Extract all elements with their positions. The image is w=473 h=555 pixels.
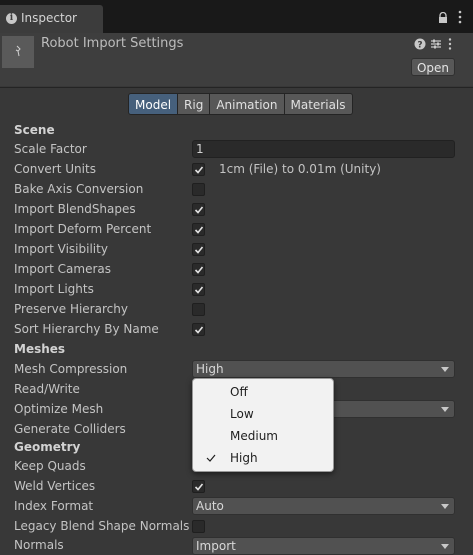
convert-units-checkbox[interactable] — [192, 163, 205, 176]
dropdown-arrow-icon — [441, 367, 449, 372]
import-cameras-label: Import Cameras — [14, 262, 111, 276]
import-lights-label: Import Lights — [14, 282, 94, 296]
import-blendshapes-checkbox[interactable] — [192, 203, 205, 216]
legacy-blend-checkbox[interactable] — [192, 520, 205, 533]
checkmark-icon — [194, 326, 204, 334]
read-write-label: Read/Write — [14, 382, 80, 396]
popup-option-off[interactable]: Off — [193, 381, 333, 403]
section-meshes: Meshes — [14, 342, 66, 356]
checkmark-icon — [194, 246, 204, 254]
scale-factor-input[interactable]: 1 — [192, 140, 455, 158]
svg-text:?: ? — [417, 41, 422, 51]
section-geometry: Geometry — [14, 440, 81, 454]
dropdown-arrow-icon — [441, 504, 449, 509]
index-format-value: Auto — [196, 499, 224, 513]
index-format-label: Index Format — [14, 499, 94, 513]
option-label: High — [230, 451, 258, 465]
section-scene: Scene — [14, 123, 55, 137]
option-label: Off — [230, 385, 248, 399]
sort-hierarchy-checkbox[interactable] — [192, 323, 205, 336]
tab-animation[interactable]: Animation — [210, 93, 285, 115]
tab-model[interactable]: Model — [128, 93, 179, 115]
normals-value: Import — [196, 539, 236, 553]
mesh-compression-label: Mesh Compression — [14, 362, 128, 376]
legacy-blend-label: Legacy Blend Shape Normals — [14, 519, 190, 533]
popup-option-low[interactable]: Low — [193, 403, 333, 425]
convert-units-note: 1cm (File) to 0.01m (Unity) — [219, 162, 381, 176]
checkmark-icon — [194, 226, 204, 234]
normals-dropdown[interactable]: Import — [192, 537, 455, 555]
asset-thumbnail — [2, 36, 34, 68]
importer-tabs: Model Rig Animation Materials — [128, 93, 353, 115]
dropdown-arrow-icon — [441, 407, 449, 412]
checkmark-icon — [194, 286, 204, 294]
import-lights-checkbox[interactable] — [192, 283, 205, 296]
import-deform-percent-label: Import Deform Percent — [14, 222, 152, 236]
inspector-tab[interactable]: i Inspector — [0, 5, 103, 33]
help-icon[interactable]: ? — [414, 38, 426, 50]
import-visibility-label: Import Visibility — [14, 242, 108, 256]
scale-factor-label: Scale Factor — [14, 142, 87, 156]
context-menu-icon[interactable] — [447, 38, 453, 50]
weld-vertices-checkbox[interactable] — [192, 480, 205, 493]
preserve-hierarchy-label: Preserve Hierarchy — [14, 302, 128, 316]
window-menu-icon[interactable] — [457, 10, 463, 24]
optimize-mesh-label: Optimize Mesh — [14, 402, 104, 416]
checkmark-icon — [194, 266, 204, 274]
weld-vertices-label: Weld Vertices — [14, 479, 96, 493]
normals-label: Normals — [14, 538, 64, 552]
popup-option-medium[interactable]: Medium — [193, 425, 333, 447]
index-format-dropdown[interactable]: Auto — [192, 497, 455, 515]
tab-materials[interactable]: Materials — [284, 93, 353, 115]
bake-axis-label: Bake Axis Conversion — [14, 182, 144, 196]
preserve-hierarchy-checkbox[interactable] — [192, 303, 205, 316]
checkmark-icon — [194, 483, 204, 491]
import-cameras-checkbox[interactable] — [192, 263, 205, 276]
popup-option-high[interactable]: High — [193, 447, 333, 469]
header-divider — [0, 87, 473, 88]
bake-axis-checkbox[interactable] — [192, 183, 205, 196]
mesh-compression-dropdown[interactable]: High — [192, 360, 455, 378]
generate-colliders-label: Generate Colliders — [14, 422, 126, 436]
import-deform-percent-checkbox[interactable] — [192, 223, 205, 236]
model-icon — [15, 45, 21, 57]
lock-icon[interactable] — [437, 12, 449, 24]
mesh-compression-value: High — [196, 362, 224, 376]
info-icon: i — [6, 13, 17, 24]
preset-icon[interactable] — [430, 38, 442, 50]
option-label: Medium — [230, 429, 278, 443]
option-label: Low — [230, 407, 254, 421]
convert-units-label: Convert Units — [14, 162, 96, 176]
inspector-tab-label: Inspector — [21, 11, 77, 25]
checkmark-icon — [194, 206, 204, 214]
checkmark-icon — [194, 166, 204, 174]
open-button[interactable]: Open — [411, 58, 455, 76]
import-visibility-checkbox[interactable] — [192, 243, 205, 256]
tab-rig[interactable]: Rig — [178, 93, 211, 115]
selected-check-icon — [206, 454, 216, 462]
sort-hierarchy-label: Sort Hierarchy By Name — [14, 322, 159, 336]
keep-quads-label: Keep Quads — [14, 459, 86, 473]
asset-title: Robot Import Settings — [41, 36, 184, 51]
import-blendshapes-label: Import BlendShapes — [14, 202, 136, 216]
mesh-compression-popup: Off Low Medium High — [192, 378, 334, 472]
